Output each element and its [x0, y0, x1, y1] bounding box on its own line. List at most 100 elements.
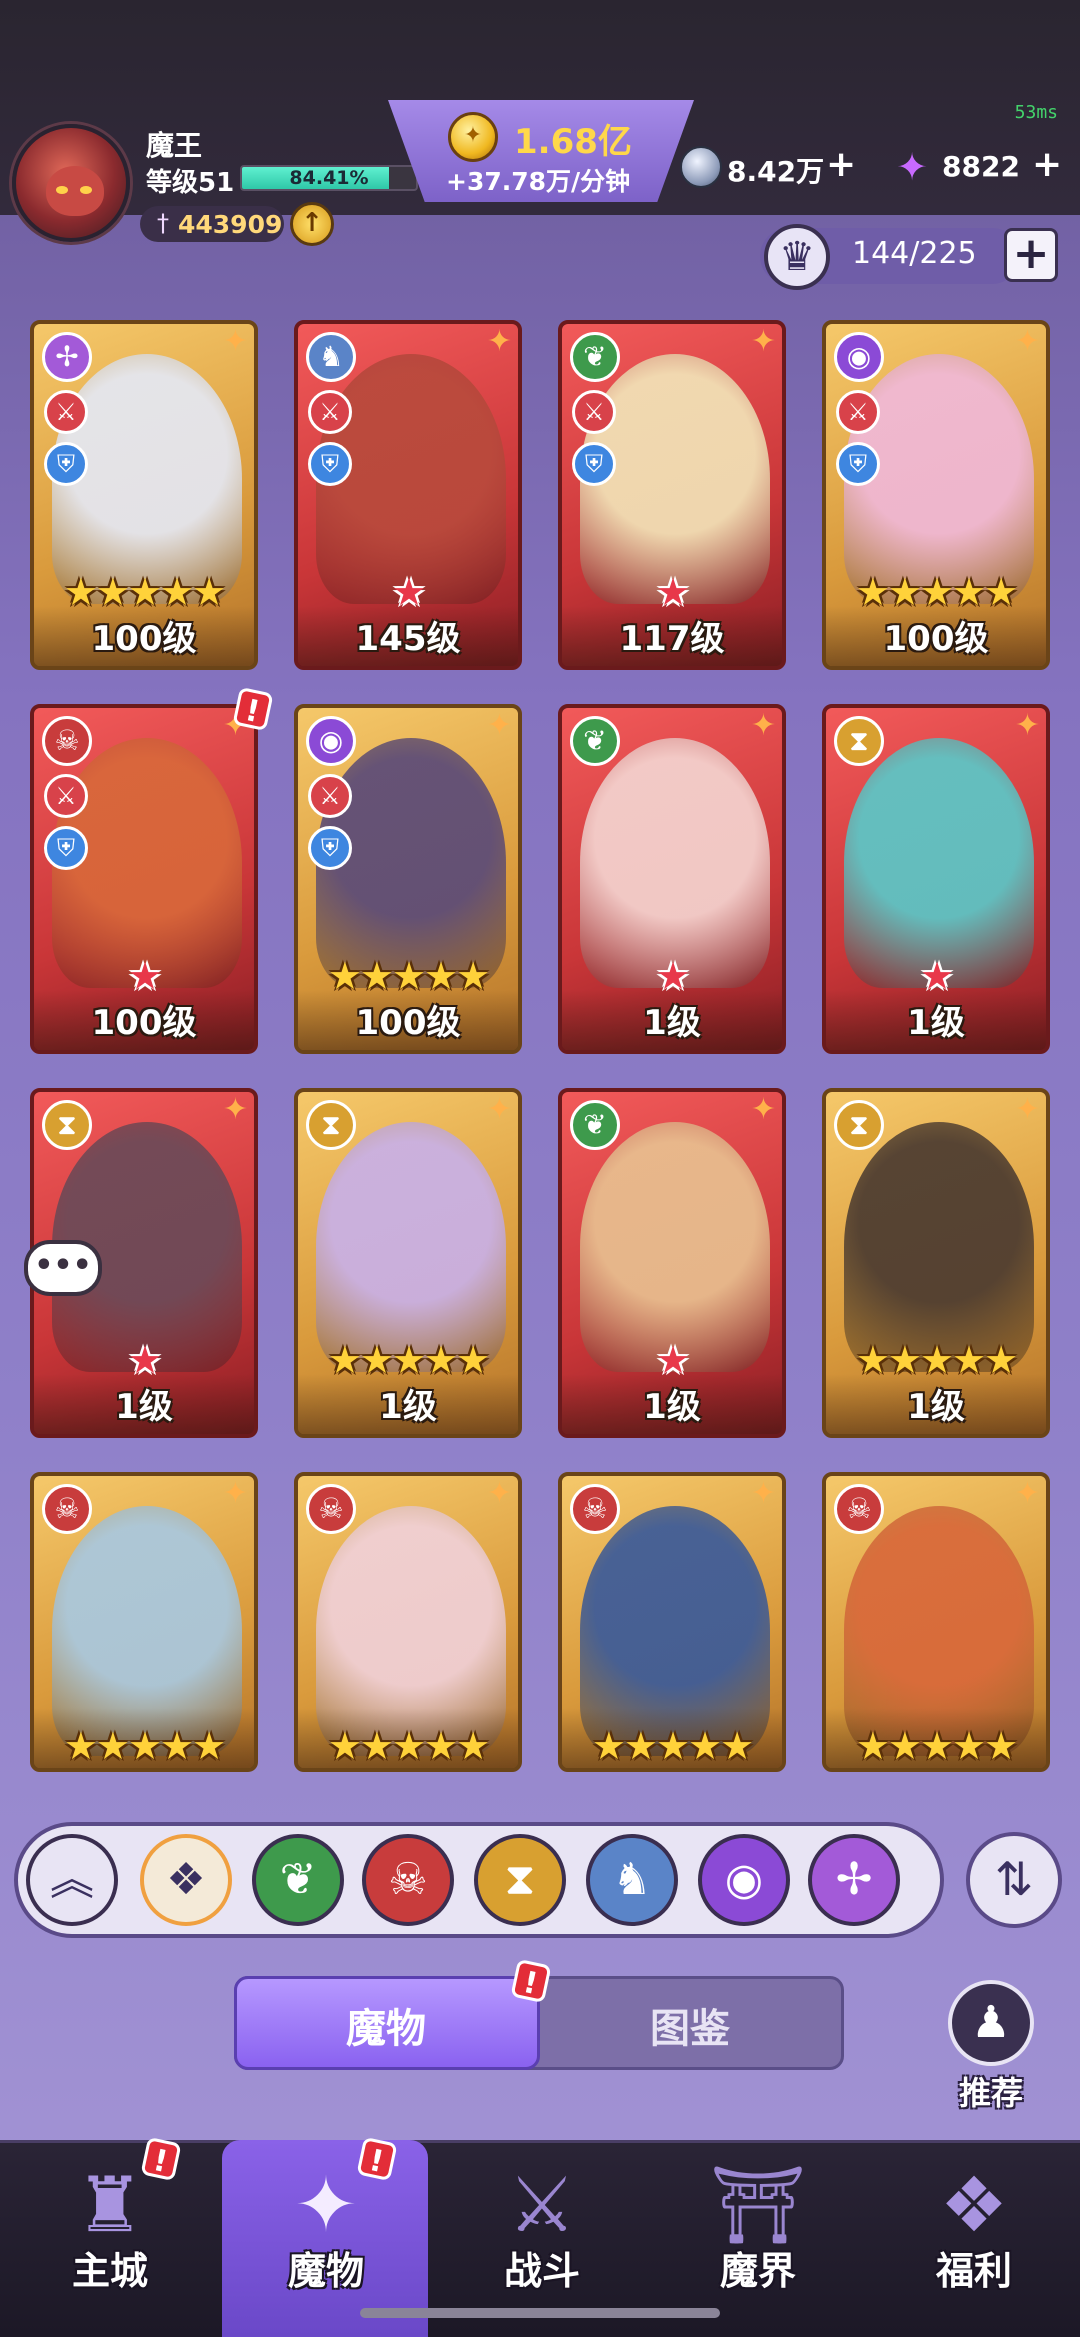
- silver-value: 8.42万: [727, 155, 825, 188]
- recommend-label[interactable]: 推荐: [946, 2068, 1036, 2114]
- star-rating: ★: [919, 954, 954, 998]
- recommend-icon[interactable]: ♟: [948, 1980, 1034, 2066]
- monster-portrait: [844, 738, 1034, 988]
- monster-card[interactable]: ✦ ◉ ⚔ ⛨ ★★★★★ 100级: [294, 704, 522, 1054]
- monster-card[interactable]: ✦ ☠ ★★★★★: [294, 1472, 522, 1772]
- nav-1-label[interactable]: 魔物: [246, 2240, 406, 2295]
- attack-role-icon: ⚔: [44, 390, 88, 434]
- defense-role-icon: ⛨: [44, 826, 88, 870]
- monster-card[interactable]: ✦ ⧗ ★★★★★ 1级: [822, 1088, 1050, 1438]
- monster-card[interactable]: ✦ ☠ ⚔ ⛨ ★ 100级: [30, 704, 258, 1054]
- filter-nature-icon[interactable]: ❦: [252, 1834, 344, 1926]
- monster-card[interactable]: ✦ ♞ ⚔ ⛨ ★ 145级: [294, 320, 522, 670]
- corner-sparkle-icon: ✦: [750, 1476, 776, 1511]
- silver-coin-icon: [680, 146, 722, 188]
- corner-sparkle-icon: ✦: [1014, 1476, 1040, 1511]
- nav-4-label[interactable]: 福利: [894, 2240, 1054, 2295]
- gold-rate: +37.78万/分钟: [446, 167, 631, 196]
- star-rating: ★★★★★: [855, 1338, 1018, 1382]
- time-faction-icon: ⧗: [834, 716, 884, 766]
- corner-sparkle-icon: ✦: [750, 1092, 776, 1127]
- monster-level: 1级: [643, 1003, 701, 1043]
- capacity-add-button[interactable]: +: [1004, 228, 1058, 282]
- sort-icon[interactable]: ⇅: [966, 1832, 1062, 1928]
- star-rating: ★: [655, 1338, 690, 1382]
- power-upgrade-arrow-icon[interactable]: ↑: [290, 202, 334, 246]
- star-rating: ★★★★★: [855, 1724, 1018, 1768]
- gem-icon: ✦: [896, 145, 928, 189]
- demon-faction-icon: ☠: [570, 1484, 620, 1534]
- monster-level: 100级: [883, 619, 989, 659]
- star-rating: ★★★★★: [591, 1724, 754, 1768]
- corner-sparkle-icon: ✦: [486, 324, 512, 359]
- filter-dragon-icon[interactable]: ♞: [586, 1834, 678, 1926]
- star-rating: ★: [127, 954, 162, 998]
- monster-portrait: [580, 1122, 770, 1372]
- monster-card[interactable]: ✦ ☠ ★★★★★: [822, 1472, 1050, 1772]
- filter-time-icon[interactable]: ⧗: [474, 1834, 566, 1926]
- nature-faction-icon: ❦: [570, 332, 620, 382]
- monster-card[interactable]: ✦ ❦ ★ 1级: [558, 704, 786, 1054]
- monster-level: 1级: [643, 1387, 701, 1427]
- player-avatar[interactable]: [12, 124, 130, 242]
- player-level: 等级51: [146, 168, 235, 198]
- tab-codex[interactable]: 图鉴: [540, 1996, 840, 2054]
- filter-collapse-icon[interactable]: ︽: [26, 1834, 118, 1926]
- star-rating: ★★★★★: [63, 570, 226, 614]
- monster-level: 1级: [907, 1387, 965, 1427]
- monster-level: 100级: [91, 1003, 197, 1043]
- time-faction-icon: ⧗: [306, 1100, 356, 1150]
- nav-2-label[interactable]: 战斗: [462, 2240, 622, 2295]
- monster-card[interactable]: ✦ ⧗ ★★★★★ 1级: [294, 1088, 522, 1438]
- monster-level: 117级: [619, 619, 725, 659]
- star-rating: ★★★★★: [327, 1338, 490, 1382]
- monster-card[interactable]: ✦ ☠ ★★★★★: [30, 1472, 258, 1772]
- silver-add-button[interactable]: +: [826, 144, 856, 185]
- capacity-text: 144/225: [852, 236, 977, 271]
- filter-wind-icon[interactable]: ✢: [808, 1834, 900, 1926]
- nature-faction-icon: ❦: [570, 716, 620, 766]
- gold-coin-emblem-icon: ✦: [463, 123, 483, 148]
- monster-level: 100级: [91, 619, 197, 659]
- gem-value: 8822: [942, 150, 1020, 183]
- monster-card[interactable]: ✦ ✢ ⚔ ⛨ ★★★★★ 100级: [30, 320, 258, 670]
- gem-add-button[interactable]: +: [1032, 144, 1062, 185]
- demon-faction-icon: ☠: [306, 1484, 356, 1534]
- monster-card[interactable]: ✦ ❦ ⚔ ⛨ ★ 117级: [558, 320, 786, 670]
- filter-all-icon[interactable]: ❖: [140, 1834, 232, 1926]
- monster-portrait: [844, 1122, 1034, 1372]
- monster-card[interactable]: ✦ ◉ ⚔ ⛨ ★★★★★ 100级: [822, 320, 1050, 670]
- filter-demon-icon[interactable]: ☠: [362, 1834, 454, 1926]
- monster-card[interactable]: ✦ ❦ ★ 1级: [558, 1088, 786, 1438]
- eye-faction-icon: ◉: [834, 332, 884, 382]
- player-name: 魔王: [146, 129, 203, 162]
- demon-faction-icon: ☠: [42, 1484, 92, 1534]
- wind-faction-icon: ✢: [42, 332, 92, 382]
- nav-3-label[interactable]: 魔界: [678, 2240, 838, 2295]
- avatar-eye-left: [56, 186, 68, 194]
- monster-level: 100级: [355, 1003, 461, 1043]
- demon-faction-icon: ☠: [42, 716, 92, 766]
- filter-eye-icon[interactable]: ◉: [698, 1834, 790, 1926]
- nav-0-label[interactable]: 主城: [30, 2240, 190, 2295]
- tab-monsters-label: 魔物: [346, 2006, 426, 2052]
- corner-sparkle-icon: ✦: [486, 1476, 512, 1511]
- defense-role-icon: ⛨: [836, 442, 880, 486]
- power-value: 443909: [178, 210, 283, 239]
- star-rating: ★: [391, 570, 426, 614]
- star-rating: ★★★★★: [63, 1724, 226, 1768]
- exp-bar: 84.41%: [240, 165, 418, 191]
- monster-level: 1级: [115, 1387, 173, 1427]
- corner-sparkle-icon: ✦: [750, 708, 776, 743]
- corner-sparkle-icon: ✦: [1014, 324, 1040, 359]
- network-ping: 53ms: [1014, 102, 1058, 123]
- monster-level: 1级: [907, 1003, 965, 1043]
- chat-bubble-icon[interactable]: •••: [24, 1240, 102, 1296]
- corner-sparkle-icon: ✦: [750, 324, 776, 359]
- star-rating: ★★★★★: [327, 1724, 490, 1768]
- defense-role-icon: ⛨: [572, 442, 616, 486]
- corner-sparkle-icon: ✦: [222, 1476, 248, 1511]
- monster-card[interactable]: ✦ ☠ ★★★★★: [558, 1472, 786, 1772]
- demon-faction-icon: ☠: [834, 1484, 884, 1534]
- monster-card[interactable]: ✦ ⧗ ★ 1级: [822, 704, 1050, 1054]
